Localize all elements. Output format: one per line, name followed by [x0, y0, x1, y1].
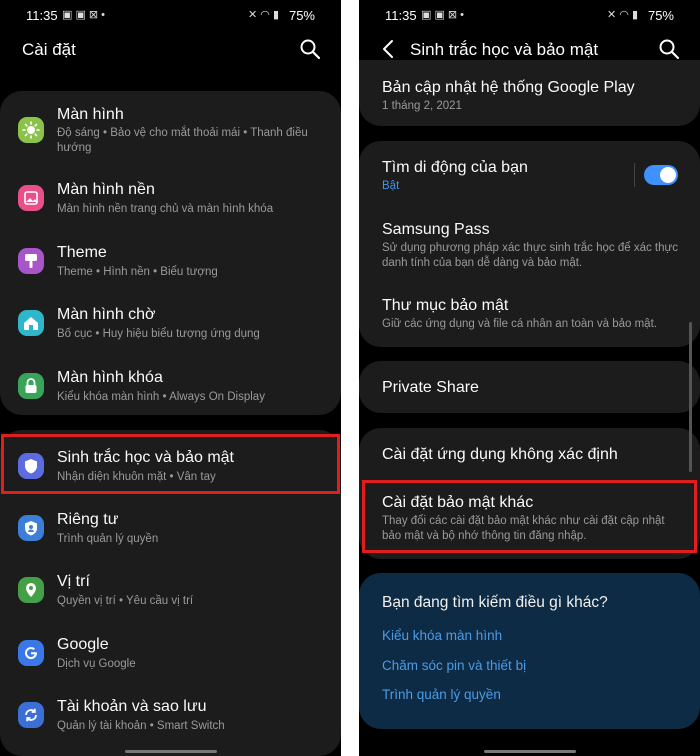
suggestion-link-battery-care[interactable]: Chăm sóc pin và thiết bị	[382, 658, 526, 673]
item-subtitle: Theme • Hình nền • Biểu tượng	[57, 266, 218, 278]
sun-icon	[18, 117, 44, 143]
item-subtitle: Giữ các ứng dụng và file cá nhân an toàn…	[382, 318, 657, 330]
left-screen: 11:35 ▣ ▣ ⊠ • ✕ ◠ ▮ 75% Cài đặt Màn hình…	[0, 0, 341, 756]
suggestion-link-permission-manager[interactable]: Trình quản lý quyền	[382, 687, 501, 702]
item-title: Private Share	[382, 379, 479, 396]
item-title: Theme	[57, 244, 107, 261]
status-time: 11:35	[26, 8, 58, 23]
suggestions-heading: Bạn đang tìm kiếm điều gì khác?	[382, 594, 608, 611]
settings-item-home-screen[interactable]: Màn hình chờ Bố cục • Huy hiệu biểu tượn…	[0, 303, 341, 347]
location-pin-icon	[18, 577, 44, 603]
item-title: Màn hình khóa	[57, 369, 163, 386]
scrollbar[interactable]	[689, 322, 692, 472]
item-subtitle: Độ sáng • Bảo vệ cho mắt thoải mái • Tha…	[57, 127, 308, 154]
item-title: Vị trí	[57, 573, 90, 590]
picture-icon	[18, 185, 44, 211]
privacy-icon	[18, 515, 44, 541]
item-title: Màn hình nền	[57, 181, 155, 198]
lock-icon	[18, 373, 44, 399]
settings-item-biometrics-security[interactable]: Sinh trắc học và bảo mật Nhận diện khuôn…	[0, 446, 341, 490]
settings-item-samsung-pass[interactable]: Samsung Pass Sử dụng phương pháp xác thự…	[359, 219, 700, 271]
toggle-knob	[660, 167, 676, 183]
item-title: Riêng tư	[57, 511, 119, 528]
home-indicator	[483, 750, 576, 753]
settings-item-other-security[interactable]: Cài đặt bảo mật khác Thay đổi các cài đặ…	[359, 492, 700, 544]
item-subtitle: Quyền vị trí • Yêu cầu vị trí	[57, 595, 194, 607]
search-icon[interactable]	[658, 38, 680, 60]
sync-icon	[18, 702, 44, 728]
shield-icon	[18, 453, 44, 479]
signal-icons: ✕ ◠ ▮	[248, 9, 279, 21]
settings-item-lock-screen[interactable]: Màn hình khóa Kiểu khóa màn hình • Alway…	[0, 366, 341, 410]
settings-item-theme[interactable]: Theme Theme • Hình nền • Biểu tượng	[0, 241, 341, 285]
notification-icons: ▣ ▣ ⊠ •	[421, 9, 465, 21]
item-title: Samsung Pass	[382, 221, 490, 238]
item-title: Sinh trắc học và bảo mật	[57, 449, 234, 466]
item-subtitle: Dịch vụ Google	[57, 658, 136, 670]
find-my-mobile-toggle[interactable]	[644, 165, 678, 185]
item-title: Màn hình	[57, 106, 124, 123]
item-subtitle: Trình quản lý quyền	[57, 533, 159, 545]
item-subtitle: Màn hình nền trang chủ và màn hình khóa	[57, 203, 274, 215]
home-icon	[18, 310, 44, 336]
brush-icon	[18, 248, 44, 274]
settings-item-private-share[interactable]: Private Share	[359, 377, 700, 401]
item-title: Tài khoản và sao lưu	[57, 698, 207, 715]
item-title: Cài đặt bảo mật khác	[382, 494, 534, 511]
item-subtitle: Sử dụng phương pháp xác thực sinh trắc h…	[382, 242, 678, 269]
suggestion-link-lock-type[interactable]: Kiểu khóa màn hình	[382, 628, 502, 643]
item-title: Cài đặt ứng dụng không xác định	[382, 446, 618, 463]
toggle-divider	[634, 163, 635, 187]
item-subtitle: Nhận diện khuôn mặt • Vân tay	[57, 471, 216, 483]
settings-item-accounts-backup[interactable]: Tài khoản và sao lưu Quản lý tài khoản •…	[0, 695, 341, 739]
right-screen: 11:35 ▣ ▣ ⊠ • ✕ ◠ ▮ 75% Sinh trắc học và…	[359, 0, 700, 756]
item-title: Google	[57, 636, 109, 653]
item-title: Bản cập nhật hệ thống Google Play	[382, 79, 635, 96]
settings-item-display[interactable]: Màn hình Độ sáng • Bảo vệ cho mắt thoải …	[0, 101, 341, 163]
item-title: Thư mục bảo mật	[382, 297, 509, 314]
item-subtitle: Quản lý tài khoản • Smart Switch	[57, 720, 225, 732]
settings-item-wallpaper[interactable]: Màn hình nền Màn hình nền trang chủ và m…	[0, 178, 341, 222]
status-bar: 11:35 ▣ ▣ ⊠ • ✕ ◠ ▮ 75%	[0, 0, 341, 30]
signal-icons: ✕ ◠ ▮	[607, 9, 638, 21]
settings-item-google-play-update[interactable]: Bản cập nhật hệ thống Google Play 1 thán…	[359, 77, 700, 117]
google-icon	[18, 640, 44, 666]
settings-item-privacy[interactable]: Riêng tư Trình quản lý quyền	[0, 508, 341, 552]
notification-icons: ▣ ▣ ⊠ •	[62, 9, 106, 21]
page-title: Sinh trắc học và bảo mật	[410, 40, 599, 59]
back-arrow-icon[interactable]	[379, 38, 399, 60]
status-bar: 11:35 ▣ ▣ ⊠ • ✕ ◠ ▮ 75%	[359, 0, 700, 30]
status-time: 11:35	[385, 8, 417, 23]
battery-level: 75%	[647, 8, 674, 23]
item-subtitle: Thay đổi các cài đặt bảo mật khác như cà…	[382, 515, 665, 542]
battery-level: 75%	[288, 8, 315, 23]
item-subtitle: Kiểu khóa màn hình • Always On Display	[57, 391, 265, 403]
settings-item-location[interactable]: Vị trí Quyền vị trí • Yêu cầu vị trí	[0, 570, 341, 614]
settings-item-google[interactable]: Google Dịch vụ Google	[0, 633, 341, 677]
page-title: Cài đặt	[22, 40, 76, 59]
settings-item-install-unknown-apps[interactable]: Cài đặt ứng dụng không xác định	[359, 444, 700, 468]
item-title: Màn hình chờ	[57, 306, 156, 323]
item-title: Tìm di động của bạn	[382, 159, 528, 176]
search-icon[interactable]	[299, 38, 321, 60]
item-subtitle: 1 tháng 2, 2021	[382, 100, 462, 112]
settings-item-secure-folder[interactable]: Thư mục bảo mật Giữ các ứng dụng và file…	[359, 295, 700, 335]
home-indicator	[124, 750, 217, 753]
item-subtitle: Bố cục • Huy hiệu biểu tượng ứng dụng	[57, 328, 260, 340]
